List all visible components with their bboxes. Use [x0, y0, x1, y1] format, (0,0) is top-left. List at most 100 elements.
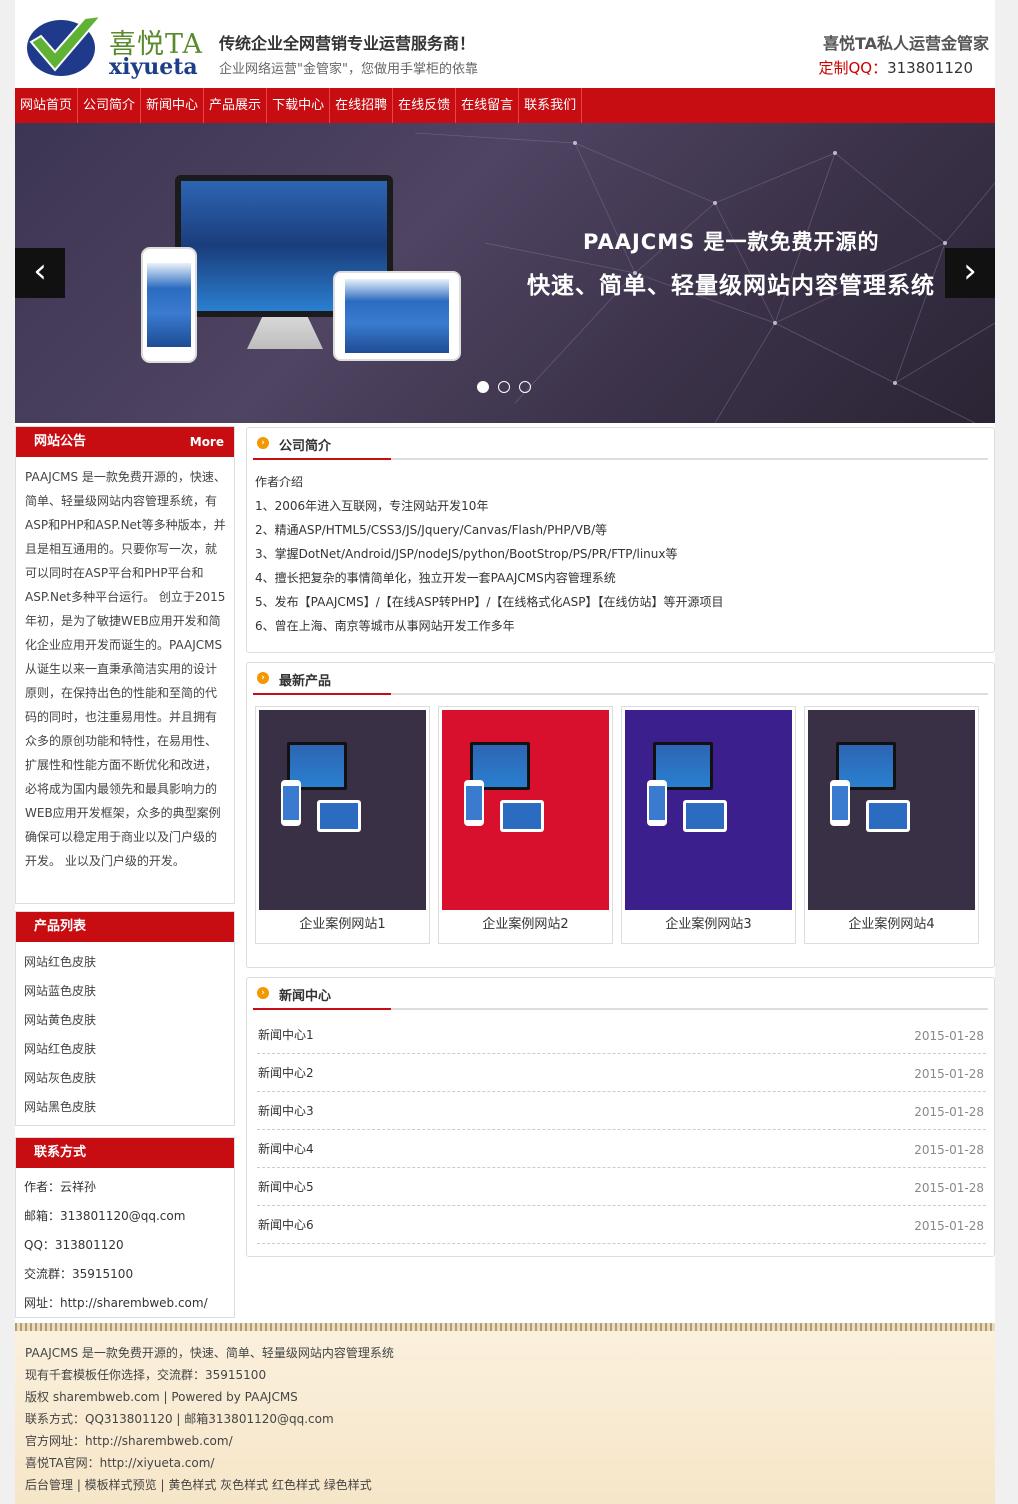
news-item-date: 2015-01-28: [914, 1181, 984, 1195]
news-row[interactable]: 新闻中心6 2015-01-28: [257, 1206, 986, 1244]
news-row[interactable]: 新闻中心4 2015-01-28: [257, 1130, 986, 1168]
sidebar-notice: 网站公告 More PAAJCMS 是一款免费开源的，快速、简单、轻量级网站内容管…: [15, 426, 235, 904]
product-name[interactable]: 企业案例网站3: [625, 910, 792, 940]
news-item-title[interactable]: 新闻中心4: [258, 1140, 314, 1157]
product-thumbnail[interactable]: [625, 710, 792, 910]
slogan-main: 传统企业全网营销专业运营服务商！: [219, 34, 476, 53]
news-item-title[interactable]: 新闻中心2: [258, 1064, 314, 1081]
footer-links[interactable]: 后台管理 | 模板样式预览 | 黄色样式 灰色样式 红色样式 绿色样式: [15, 1474, 995, 1496]
nav-news[interactable]: 新闻中心: [141, 88, 205, 123]
banner-subheadline: 快速、简单、轻量级网站内容管理系统: [527, 273, 935, 299]
products-list-title: 产品列表: [16, 912, 234, 942]
slogan-sub: 企业网络运营"金管家"，您做用手掌柜的依靠: [219, 62, 478, 77]
about-panel: › 公司简介 作者介绍 1、2006年进入互联网，专注网站开发10年 2、精通AS…: [246, 427, 995, 653]
banner-next-button[interactable]: ›: [945, 248, 995, 298]
page: 喜悦TA xiyueta 传统企业全网营销专业运营服务商！ 企业网络运营"金管家…: [15, 0, 995, 1504]
about-line: 3、掌握DotNet/Android/JSP/nodeJS/python/Boo…: [255, 547, 678, 561]
contact-website[interactable]: 网址：http://sharembweb.com/: [16, 1289, 234, 1318]
qq-number: 313801120: [887, 59, 973, 77]
footer-line: 现有千套模板任你选择，交流群：35915100: [25, 1368, 267, 1382]
contact-qq: QQ：313801120: [24, 1238, 124, 1252]
news-row[interactable]: 新闻中心5 2015-01-28: [257, 1168, 986, 1206]
product-link[interactable]: 网站红色皮肤: [16, 1035, 234, 1064]
notice-more-link[interactable]: More: [190, 427, 224, 457]
footer-pattern-border: [15, 1323, 995, 1331]
about-line: 1、2006年进入互联网，专注网站开发10年: [255, 499, 489, 513]
news-item-date: 2015-01-28: [914, 1143, 984, 1157]
nav-download[interactable]: 下载中心: [267, 88, 331, 123]
about-title: 公司简介: [279, 439, 332, 454]
notice-text: PAAJCMS 是一款免费开源的，快速、简单、轻量级网站内容管理系统，有ASP和…: [25, 470, 226, 868]
product-name[interactable]: 企业案例网站2: [442, 910, 609, 940]
about-line: 2、精通ASP/HTML5/CSS3/JS/Jquery/Canvas/Flas…: [255, 523, 608, 537]
notice-title-text: 网站公告: [34, 434, 87, 449]
news-panel: › 新闻中心 新闻中心1 2015-01-28 新闻中心2 2015-01-28 新闻…: [246, 977, 995, 1257]
product-link[interactable]: 网站黑色皮肤: [16, 1093, 234, 1122]
news-item-date: 2015-01-28: [914, 1067, 984, 1081]
product-card[interactable]: 企业案例网站2: [438, 706, 613, 944]
banner-pagination: [477, 378, 540, 397]
qq-label: 定制QQ：: [818, 59, 888, 77]
banner-phone-image: [141, 247, 197, 363]
nav-about[interactable]: 公司简介: [78, 88, 142, 123]
sidebar-products: 产品列表 网站红色皮肤 网站蓝色皮肤 网站黄色皮肤 网站红色皮肤 网站灰色皮肤 …: [15, 911, 235, 1126]
header-qq[interactable]: 定制QQ：313801120: [818, 57, 973, 78]
about-line: 6、曾在上海、南京等城市从事网站开发工作多年: [255, 619, 515, 633]
nav-jobs[interactable]: 在线招聘: [330, 88, 394, 123]
news-row[interactable]: 新闻中心1 2015-01-28: [257, 1016, 986, 1054]
product-card[interactable]: 企业案例网站3: [621, 706, 796, 944]
product-link[interactable]: 网站黄色皮肤: [16, 1006, 234, 1035]
product-card[interactable]: 企业案例网站4: [804, 706, 979, 944]
banner-dot-2[interactable]: [498, 381, 510, 393]
banner-tablet-image: [333, 271, 461, 361]
banner-dot-3[interactable]: [519, 381, 531, 393]
footer-line: PAAJCMS 是一款免费开源的，快速、简单、轻量级网站内容管理系统: [25, 1346, 394, 1360]
product-link[interactable]: 网站蓝色皮肤: [16, 977, 234, 1006]
nav-products[interactable]: 产品展示: [204, 88, 268, 123]
banner-slider[interactable]: PAAJCMS 是一款免费开源的 快速、简单、轻量级网站内容管理系统 ‹ ›: [15, 123, 995, 423]
chevron-right-icon: ›: [257, 987, 269, 999]
nav-feedback[interactable]: 在线反馈: [393, 88, 457, 123]
banner-headline: PAAJCMS 是一款免费开源的: [583, 230, 880, 254]
footer-line: 联系方式：QQ313801120 | 邮箱313801120@qq.com: [25, 1412, 334, 1426]
contact-email: 邮箱：313801120@qq.com: [24, 1209, 186, 1223]
product-thumbnail[interactable]: [259, 710, 426, 910]
product-name[interactable]: 企业案例网站4: [808, 910, 975, 940]
product-link[interactable]: 网站灰色皮肤: [16, 1064, 234, 1093]
notice-title: 网站公告 More: [16, 427, 234, 457]
banner-dot-1[interactable]: [477, 381, 489, 393]
about-line: 5、发布【PAAJCMS】/【在线ASP转PHP】/【在线格式化ASP】【在线仿…: [255, 595, 724, 609]
news-row[interactable]: 新闻中心2 2015-01-28: [257, 1054, 986, 1092]
nav-message[interactable]: 在线留言: [456, 88, 520, 123]
news-item-title[interactable]: 新闻中心1: [258, 1026, 314, 1043]
main-nav: 网站首页 公司简介 新闻中心 产品展示 下载中心 在线招聘 在线反馈 在线留言 …: [15, 88, 995, 123]
products-panel: › 最新产品 企业案例网站1 企业案例网站2 企业案例网站3 企业案例网站4: [246, 662, 995, 968]
product-link[interactable]: 网站红色皮肤: [16, 948, 234, 977]
news-title: 新闻中心: [279, 989, 332, 1004]
chevron-right-icon: ›: [257, 437, 269, 449]
about-line: 4、擅长把复杂的事情简单化，独立开发一套PAAJCMS内容管理系统: [255, 571, 616, 585]
nav-home[interactable]: 网站首页: [15, 88, 79, 123]
nav-contact[interactable]: 联系我们: [519, 88, 583, 123]
news-item-title[interactable]: 新闻中心5: [258, 1178, 314, 1195]
sidebar-contact: 联系方式 作者：云祥孙 邮箱：313801120@qq.com QQ：31380…: [15, 1137, 235, 1318]
about-line: 作者介绍: [255, 475, 304, 489]
news-row[interactable]: 新闻中心3 2015-01-28: [257, 1092, 986, 1130]
logo-check-icon[interactable]: [25, 12, 103, 78]
contact-group: 交流群：35915100: [24, 1267, 134, 1281]
news-item-title[interactable]: 新闻中心3: [258, 1102, 314, 1119]
product-name[interactable]: 企业案例网站1: [259, 910, 426, 940]
product-thumbnail[interactable]: [442, 710, 609, 910]
footer: PAAJCMS 是一款免费开源的，快速、简单、轻量级网站内容管理系统 现有千套模…: [15, 1331, 995, 1504]
banner-prev-button[interactable]: ‹: [15, 248, 65, 298]
product-thumbnail[interactable]: [808, 710, 975, 910]
contact-title: 联系方式: [16, 1138, 234, 1168]
news-item-title[interactable]: 新闻中心6: [258, 1216, 314, 1233]
chevron-right-icon: ›: [257, 672, 269, 684]
product-card[interactable]: 企业案例网站1: [255, 706, 430, 944]
footer-link[interactable]: 喜悦TA官网：http://xiyueta.com/: [15, 1452, 995, 1474]
news-item-date: 2015-01-28: [914, 1219, 984, 1233]
footer-line: 版权 sharembweb.com | Powered by PAAJCMS: [25, 1390, 298, 1404]
products-title: 最新产品: [279, 674, 332, 689]
footer-link[interactable]: 官方网址：http://sharembweb.com/: [15, 1430, 995, 1452]
